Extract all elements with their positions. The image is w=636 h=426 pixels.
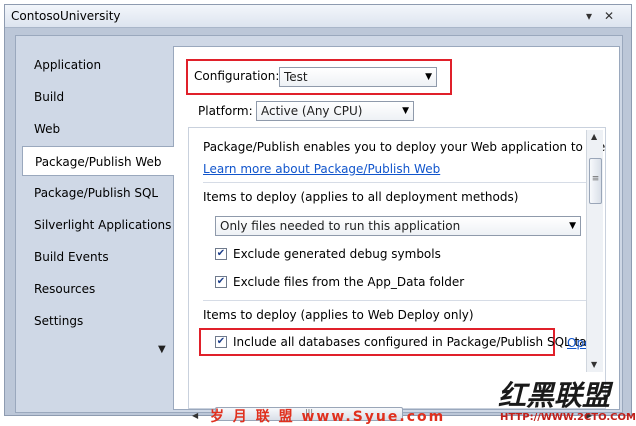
items-to-deploy-select[interactable]: Only files needed to run this applicatio… xyxy=(215,216,581,236)
platform-value: Active (Any CPU) xyxy=(261,104,363,118)
watermark-brand: 红黑联盟 xyxy=(498,379,611,412)
divider xyxy=(203,300,587,301)
divider xyxy=(203,182,587,183)
scroll-left-icon[interactable]: ◀ xyxy=(192,411,198,420)
scroll-down-icon[interactable]: ▼ xyxy=(591,360,597,369)
exclude-debug-checkbox[interactable]: ✔ xyxy=(215,248,227,260)
vertical-scrollbar[interactable]: ▲ ≡ ▼ xyxy=(586,130,603,372)
vertical-scroll-thumb[interactable]: ≡ xyxy=(589,158,602,204)
close-icon[interactable]: ✕ xyxy=(601,8,617,24)
exclude-debug-label: Exclude generated debug symbols xyxy=(233,247,441,261)
configuration-select[interactable]: Test ▼ xyxy=(279,67,437,87)
items-to-deploy-value: Only files needed to run this applicatio… xyxy=(220,219,461,233)
sidebar-more-icon[interactable]: ▼ xyxy=(158,344,166,355)
package-publish-web-page: Configuration: Test ▼ Platform: Active (… xyxy=(173,46,620,421)
sidebar-item-build[interactable]: Build xyxy=(22,82,174,112)
window-position-dropdown-icon[interactable]: ▾ xyxy=(581,8,597,24)
project-properties-window: ContosoUniversity ▾ ✕ Application Build … xyxy=(4,4,632,421)
watermark-syue: 岁 月 联 盟 www.Syue.com xyxy=(210,409,446,425)
properties-area: Application Build Web Package/Publish We… xyxy=(15,35,623,421)
sidebar-item-application[interactable]: Application xyxy=(22,50,174,80)
sidebar-item-resources[interactable]: Resources xyxy=(22,274,174,304)
include-db-label: Include all databases configured in Pack… xyxy=(233,335,595,349)
sidebar: Application Build Web Package/Publish We… xyxy=(22,44,174,388)
watermark-url: HTTP://WWW.2CTO.COM xyxy=(500,412,636,423)
sidebar-item-package-publish-web[interactable]: Package/Publish Web xyxy=(22,146,174,176)
platform-label: Platform: xyxy=(198,104,253,118)
sidebar-item-silverlight-applications[interactable]: Silverlight Applications xyxy=(22,210,174,240)
exclude-appdata-checkbox[interactable]: ✔ xyxy=(215,276,227,288)
sidebar-item-build-events[interactable]: Build Events xyxy=(22,242,174,272)
title-bar: ContosoUniversity ▾ ✕ xyxy=(5,5,631,28)
items-webdeploy-heading: Items to deploy (applies to Web Deploy o… xyxy=(203,308,474,322)
configuration-value: Test xyxy=(284,70,308,84)
sidebar-item-settings[interactable]: Settings xyxy=(22,306,174,336)
learn-more-link[interactable]: Learn more about Package/Publish Web xyxy=(203,162,440,176)
include-db-checkbox[interactable]: ✔ xyxy=(215,336,227,348)
sidebar-item-package-publish-sql[interactable]: Package/Publish SQL xyxy=(22,178,174,208)
configuration-label: Configuration: xyxy=(194,69,280,83)
chevron-down-icon: ▼ xyxy=(402,106,409,116)
exclude-appdata-label: Exclude files from the App_Data folder xyxy=(233,275,465,289)
platform-select[interactable]: Active (Any CPU) ▼ xyxy=(256,101,414,121)
intro-text: Package/Publish enables you to deploy yo… xyxy=(203,140,606,154)
sidebar-item-web[interactable]: Web xyxy=(22,114,174,144)
window-title: ContosoUniversity xyxy=(11,9,121,23)
publish-settings-panel: Package/Publish enables you to deploy yo… xyxy=(188,127,606,409)
chevron-down-icon: ▼ xyxy=(425,72,432,82)
chevron-down-icon: ▼ xyxy=(569,221,576,231)
items-all-heading: Items to deploy (applies to all deployme… xyxy=(203,190,519,204)
scroll-up-icon[interactable]: ▲ xyxy=(591,132,597,141)
